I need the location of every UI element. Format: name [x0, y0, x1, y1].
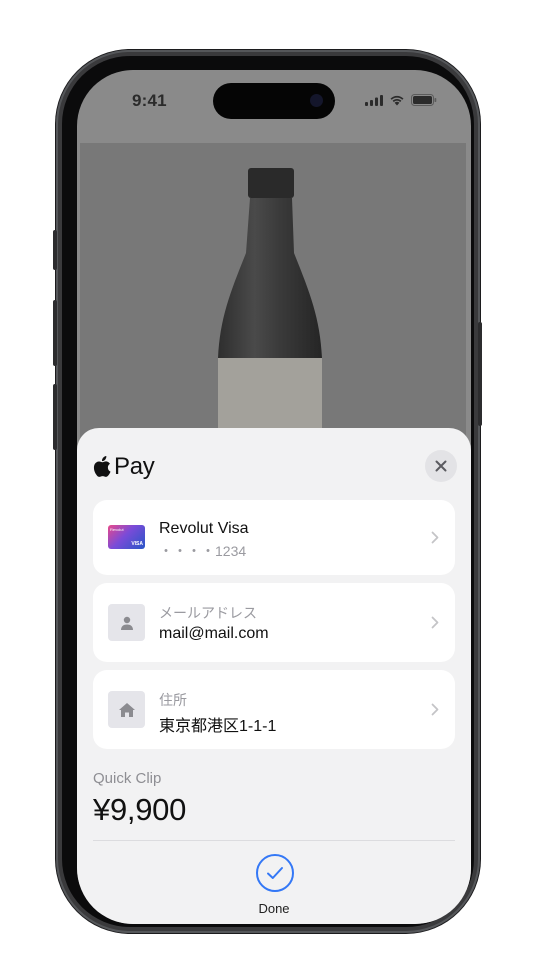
battery-icon [411, 94, 437, 106]
divider [93, 840, 455, 841]
pay-logo-text: Pay [114, 453, 155, 480]
close-button[interactable] [425, 450, 457, 482]
checkmark-icon [267, 867, 283, 879]
address-value: 東京都港区1-1-1 [159, 718, 277, 735]
card-name: Revolut Visa [159, 520, 249, 537]
email-label: メールアドレス [159, 605, 257, 621]
done-label: Done [258, 901, 290, 916]
dynamic-island [213, 83, 335, 119]
chevron-right-icon [431, 703, 439, 716]
email-value: mail@mail.com [159, 625, 269, 642]
address-label: 住所 [159, 692, 187, 708]
action-button [53, 230, 57, 270]
status-time: 9:41 [132, 91, 167, 110]
status-icons [365, 94, 437, 106]
card-masked-number: ・・・・1234 [159, 543, 247, 559]
volume-up-button [53, 300, 57, 366]
email-row[interactable]: メールアドレス mail@mail.com [93, 583, 455, 662]
product-photo: 星曙 純米 [80, 143, 466, 511]
contact-icon-box [108, 604, 145, 641]
person-icon [120, 616, 133, 630]
address-icon-box [108, 691, 145, 728]
card-brand-text: Revolut [110, 527, 124, 532]
screen: 9:41 Pay Revolut VISA Revolut Visa ・・・・1… [77, 70, 471, 924]
payment-card-row[interactable]: Revolut VISA Revolut Visa ・・・・1234 [93, 500, 455, 575]
apple-pay-logo: Pay [93, 453, 155, 481]
volume-down-button [53, 384, 57, 450]
card-network-text: VISA [131, 541, 143, 547]
total-amount: ¥9,900 [93, 792, 187, 827]
done-button[interactable] [256, 854, 294, 892]
phone-frame: 9:41 Pay Revolut VISA Revolut Visa ・・・・1… [56, 50, 480, 933]
apple-logo-icon [93, 456, 111, 477]
chevron-right-icon [431, 616, 439, 629]
phone-bezel: 9:41 Pay Revolut VISA Revolut Visa ・・・・1… [62, 56, 474, 927]
wifi-icon [390, 95, 404, 106]
card-thumbnail: Revolut VISA [108, 525, 145, 549]
close-icon [435, 460, 447, 472]
sake-bottle-image [80, 143, 466, 473]
address-row[interactable]: 住所 東京都港区1-1-1 [93, 670, 455, 749]
apple-pay-sheet: Pay Revolut VISA Revolut Visa ・・・・1234 メ… [77, 428, 471, 924]
chevron-right-icon [431, 531, 439, 544]
merchant-name: Quick Clip [93, 770, 162, 787]
camera-icon [310, 94, 323, 107]
signal-icon [365, 94, 383, 106]
power-button [478, 322, 482, 426]
house-icon [118, 702, 135, 717]
